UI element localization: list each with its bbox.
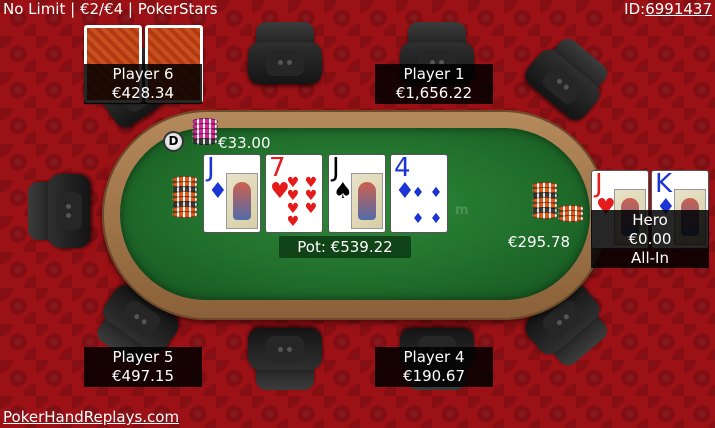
hero-bet-chips <box>532 182 558 219</box>
player-stack: €497.15 <box>111 367 175 385</box>
player-stack: €1,656.22 <box>395 84 473 102</box>
hand-id-label: ID: <box>624 0 646 18</box>
seat-chair-bottom-left <box>248 328 322 390</box>
hand-id-link[interactable]: 6991437 <box>645 0 712 18</box>
pot-amount: Pot: €539.22 <box>279 236 411 258</box>
pot-chips <box>172 176 198 218</box>
player-6-bet-amount: €33.00 <box>218 134 271 152</box>
player-stack: €190.67 <box>402 367 466 385</box>
player-name: Hero <box>632 211 668 229</box>
player-name: Player 1 <box>403 65 465 83</box>
board-card-1: J ♦ <box>203 154 261 233</box>
board-card-2: 7 ♥ ♥ ♥ ♥ ♥ ♥ ♥ ♥ <box>265 154 323 233</box>
player-name: Player 6 <box>112 65 174 83</box>
seat-chair-right-top <box>520 29 618 125</box>
seat-chair-top-left <box>248 22 322 84</box>
board-card-4: 4 ♦ ♦ ♦ ♦ ♦ <box>390 154 448 233</box>
table-watermark: m <box>455 203 469 218</box>
spade-icon: ♠ <box>333 179 353 204</box>
player-6-bet-chips <box>192 118 218 145</box>
dealer-button: D <box>163 131 184 152</box>
diamond-pips: ♦ ♦ ♦ ♦ <box>411 185 443 227</box>
player-stack: €0.00 <box>628 230 672 248</box>
player-1-box[interactable]: Player 1 €1,656.22 <box>375 64 493 104</box>
jack-face-art <box>351 173 383 229</box>
game-info: No Limit | €2/€4 | PokerStars <box>3 0 218 18</box>
player-stack: €428.34 <box>111 84 175 102</box>
seat-chair-left <box>28 174 90 248</box>
player-4-box[interactable]: Player 4 €190.67 <box>375 347 493 387</box>
hero-box[interactable]: Hero €0.00 All-In <box>591 210 709 268</box>
hero-bet-amount: €295.78 <box>508 233 571 251</box>
board-card-3: J ♠ <box>328 154 386 233</box>
player-6-box[interactable]: Player 6 €428.34 <box>84 64 202 104</box>
player-5-box[interactable]: Player 5 €497.15 <box>84 347 202 387</box>
hand-id: ID:6991437 <box>624 0 712 19</box>
hero-bet-chips-2 <box>558 205 584 222</box>
diamond-icon: ♦ <box>208 179 228 204</box>
site-link[interactable]: PokerHandReplays.com <box>3 408 179 426</box>
player-status: All-In <box>631 249 669 267</box>
jack-face-art <box>226 173 258 229</box>
heart-pips: ♥ ♥ ♥ ♥ ♥ ♥ ♥ <box>286 175 318 230</box>
player-name: Player 4 <box>403 348 465 366</box>
player-name: Player 5 <box>112 348 174 366</box>
